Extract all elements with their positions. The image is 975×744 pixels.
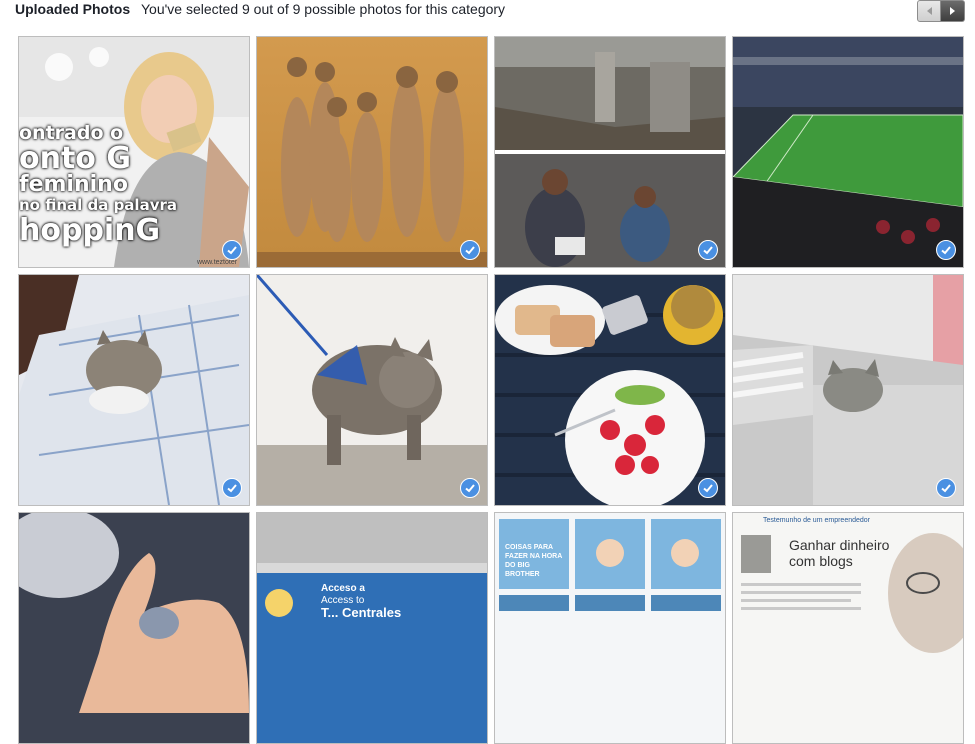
photo-tile-tunnel-sign[interactable]: Acceso a Access to T... Centrales (256, 512, 488, 744)
photo-tile-magazine-article[interactable]: Testemunho de um empreendedor Ganhar din… (732, 512, 964, 744)
hand-photo (19, 513, 249, 743)
photo-tile-meerkats[interactable] (256, 36, 488, 268)
selected-check-icon[interactable] (936, 478, 956, 498)
caption-line: hoppinG (19, 213, 161, 248)
selected-check-icon[interactable] (460, 478, 480, 498)
article-title: Ganhar dinheiro com blogs (789, 537, 889, 569)
meerkats-photo (257, 37, 487, 267)
selected-check-icon[interactable] (222, 240, 242, 260)
breakfast-plate-photo (495, 275, 725, 505)
caption-line: feminino (19, 172, 128, 197)
sign-line: T... Centrales (321, 605, 402, 620)
selected-check-icon[interactable] (936, 240, 956, 260)
cat-in-sink-photo (733, 275, 963, 505)
photo-tile-stadium[interactable] (732, 36, 964, 268)
photo-tile-cat-in-sink[interactable] (732, 274, 964, 506)
photo-tile-cat-on-leash[interactable] (256, 274, 488, 506)
article-title-line: com blogs (789, 553, 853, 569)
comic-panel-text: COISAS PARA FAZER NA HORA DO BIG BROTHER (505, 544, 563, 578)
sign-text: Acceso a Access to T... Centrales (321, 583, 401, 619)
photo-tile-hand[interactable] (18, 512, 250, 744)
stadium-photo (733, 37, 963, 267)
photo-tile-breakfast-plate[interactable] (494, 274, 726, 506)
selected-check-icon[interactable] (698, 240, 718, 260)
page-title: Uploaded Photos (15, 1, 131, 17)
photo-tile-woman-shopping[interactable]: ontrado o onto G feminino no final da pa… (18, 36, 250, 268)
photo-caption: ontrado o onto G feminino no final da pa… (19, 123, 177, 246)
caption-line: onto G (19, 141, 131, 176)
previous-page-button[interactable] (917, 0, 941, 22)
cat-in-bed-photo (19, 275, 249, 505)
classroom-collage-photo (495, 37, 725, 267)
chevron-left-icon (926, 7, 932, 15)
photo-tile-comic-infographic[interactable]: COISAS PARA FAZER NA HORA DO BIG BROTHER (494, 512, 726, 744)
cat-on-leash-photo (257, 275, 487, 505)
article-heading: Testemunho de um empreendedor (763, 517, 871, 524)
next-page-button[interactable] (941, 0, 965, 22)
selection-status: You've selected 9 out of 9 possible phot… (141, 1, 506, 17)
header: Uploaded Photos You've selected 9 out of… (0, 0, 975, 22)
selected-check-icon[interactable] (222, 478, 242, 498)
photo-grid: ontrado o onto G feminino no final da pa… (18, 36, 966, 744)
sign-line: Acceso a (321, 583, 365, 594)
photo-tile-cat-in-bed[interactable] (18, 274, 250, 506)
pager (917, 0, 967, 22)
chevron-right-icon (950, 7, 955, 15)
article-title-line: Ganhar dinheiro (789, 537, 890, 553)
photo-watermark: www.teztoter (197, 259, 238, 266)
selected-check-icon[interactable] (698, 478, 718, 498)
tunnel-sign-photo (257, 513, 487, 743)
photo-tile-classroom-collage[interactable] (494, 36, 726, 268)
selected-check-icon[interactable] (460, 240, 480, 260)
